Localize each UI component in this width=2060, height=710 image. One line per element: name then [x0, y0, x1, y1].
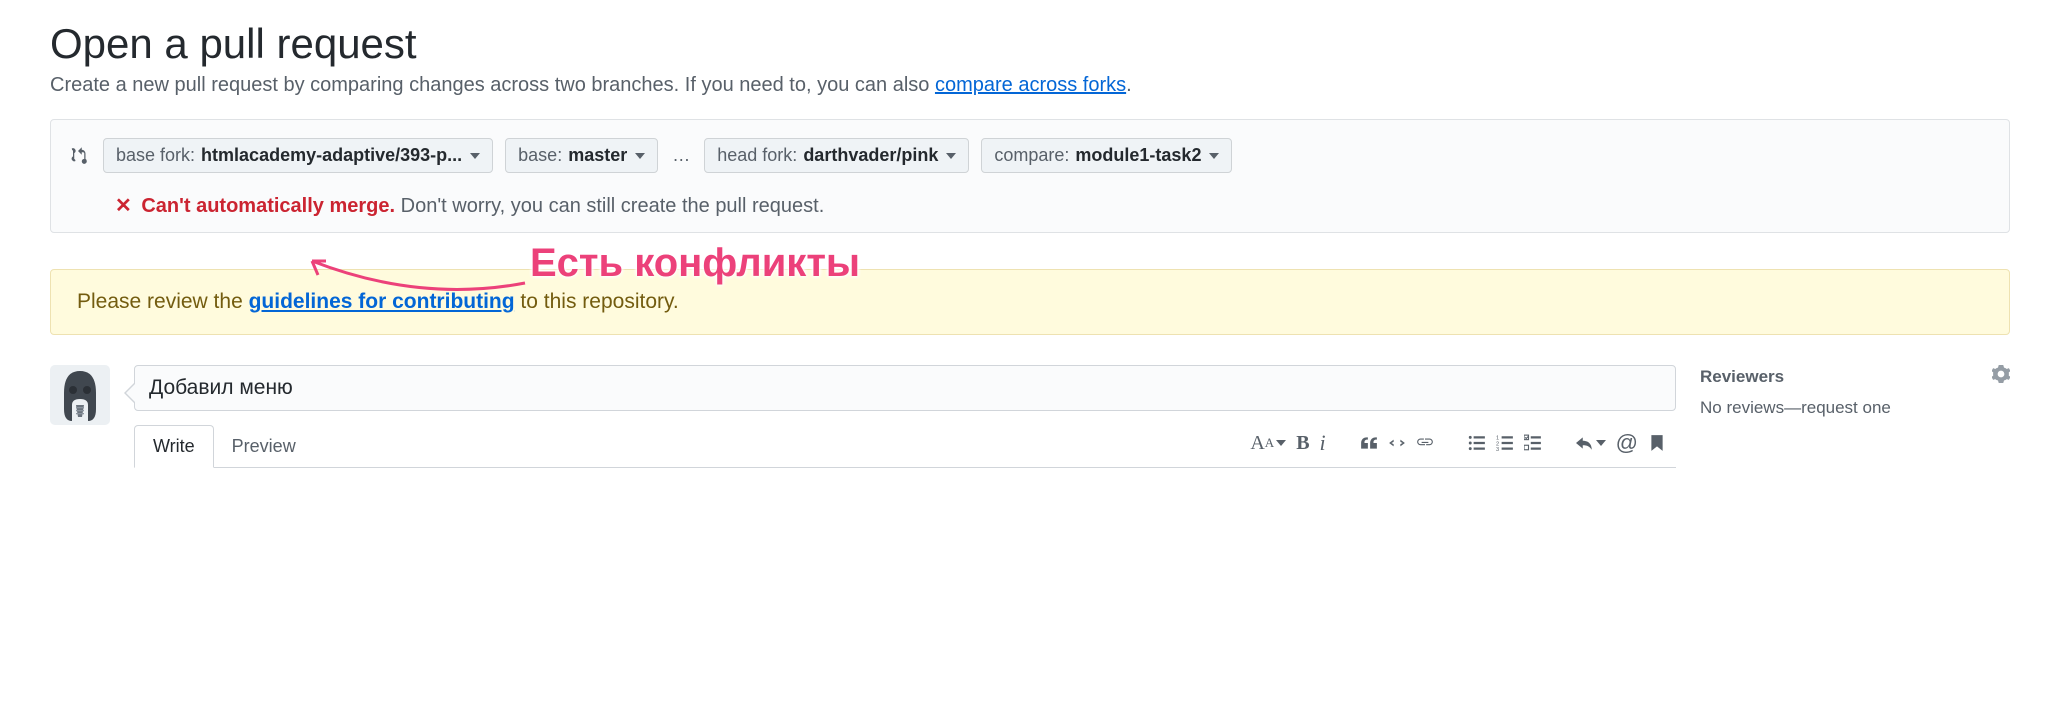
- text-size-icon[interactable]: AA: [1250, 432, 1286, 455]
- caret-down-icon: [1209, 153, 1219, 159]
- sidebar-column: Reviewers No reviews—request one: [1700, 365, 2010, 436]
- merge-status: ✕ Can't automatically merge. Don't worry…: [115, 193, 1991, 218]
- compare-row: base fork: htmlacademy-adaptive/393-p...…: [69, 138, 1991, 173]
- page-subtitle: Create a new pull request by comparing c…: [50, 74, 2010, 97]
- unordered-list-icon[interactable]: [1468, 434, 1486, 452]
- caret-down-icon: [635, 153, 645, 159]
- x-icon: ✕: [115, 195, 132, 217]
- compare-value: module1-task2: [1075, 145, 1201, 166]
- base-fork-value: htmlacademy-adaptive/393-p...: [201, 145, 462, 166]
- contrib-post: to this repository.: [515, 290, 679, 313]
- editor-toolbar: AA B i 123 @: [1250, 430, 1676, 462]
- compare-box: base fork: htmlacademy-adaptive/393-p...…: [50, 119, 2010, 233]
- pr-title-input[interactable]: [134, 365, 1676, 411]
- gear-icon[interactable]: [1992, 365, 2010, 388]
- contributing-notice: Please review the guidelines for contrib…: [50, 269, 2010, 335]
- base-value: master: [568, 145, 627, 166]
- quote-icon[interactable]: [1360, 434, 1378, 452]
- reply-icon[interactable]: [1576, 434, 1606, 452]
- subtitle-text: Create a new pull request by comparing c…: [50, 74, 935, 96]
- ordered-list-icon[interactable]: 123: [1496, 434, 1514, 452]
- bold-icon[interactable]: B: [1296, 432, 1309, 455]
- caret-down-icon: [946, 153, 956, 159]
- base-branch-select[interactable]: base: master: [505, 138, 658, 173]
- guidelines-link[interactable]: guidelines for contributing: [249, 290, 515, 313]
- link-icon[interactable]: [1416, 434, 1434, 452]
- merge-error-text: Can't automatically merge.: [141, 195, 395, 217]
- bookmark-icon[interactable]: [1648, 434, 1666, 452]
- compare-branch-select[interactable]: compare: module1-task2: [981, 138, 1232, 173]
- base-fork-select[interactable]: base fork: htmlacademy-adaptive/393-p...: [103, 138, 493, 173]
- code-icon[interactable]: [1388, 434, 1406, 452]
- task-list-icon[interactable]: [1524, 434, 1542, 452]
- subtitle-post: .: [1126, 74, 1132, 96]
- tab-write[interactable]: Write: [134, 425, 214, 468]
- editor-tabs: Write Preview AA B i 123: [134, 425, 1676, 468]
- head-fork-select[interactable]: head fork: darthvader/pink: [704, 138, 969, 173]
- compare-across-forks-link[interactable]: compare across forks: [935, 74, 1126, 96]
- caret-down-icon: [470, 153, 480, 159]
- merge-rest-text: Don't worry, you can still create the pu…: [401, 195, 825, 217]
- reviewers-body[interactable]: No reviews—request one: [1700, 398, 2010, 418]
- head-fork-label: head fork:: [717, 145, 797, 166]
- pr-form-row: Write Preview AA B i 123: [50, 365, 2010, 468]
- reviewers-title: Reviewers: [1700, 367, 1784, 387]
- avatar[interactable]: [50, 365, 110, 425]
- page-title: Open a pull request: [50, 20, 2010, 68]
- contrib-pre: Please review the: [77, 290, 249, 313]
- reviewers-block: Reviewers No reviews—request one: [1700, 365, 2010, 418]
- svg-text:3: 3: [1496, 447, 1499, 452]
- tab-preview[interactable]: Preview: [214, 426, 314, 467]
- base-fork-label: base fork:: [116, 145, 195, 166]
- base-label: base:: [518, 145, 562, 166]
- mention-icon[interactable]: @: [1616, 430, 1638, 456]
- avatar-column: [50, 365, 110, 425]
- compare-label: compare:: [994, 145, 1069, 166]
- italic-icon[interactable]: i: [1320, 430, 1326, 456]
- git-compare-icon: [69, 145, 91, 167]
- head-fork-value: darthvader/pink: [803, 145, 938, 166]
- ellipsis: …: [670, 145, 692, 166]
- form-column: Write Preview AA B i 123: [134, 365, 1676, 468]
